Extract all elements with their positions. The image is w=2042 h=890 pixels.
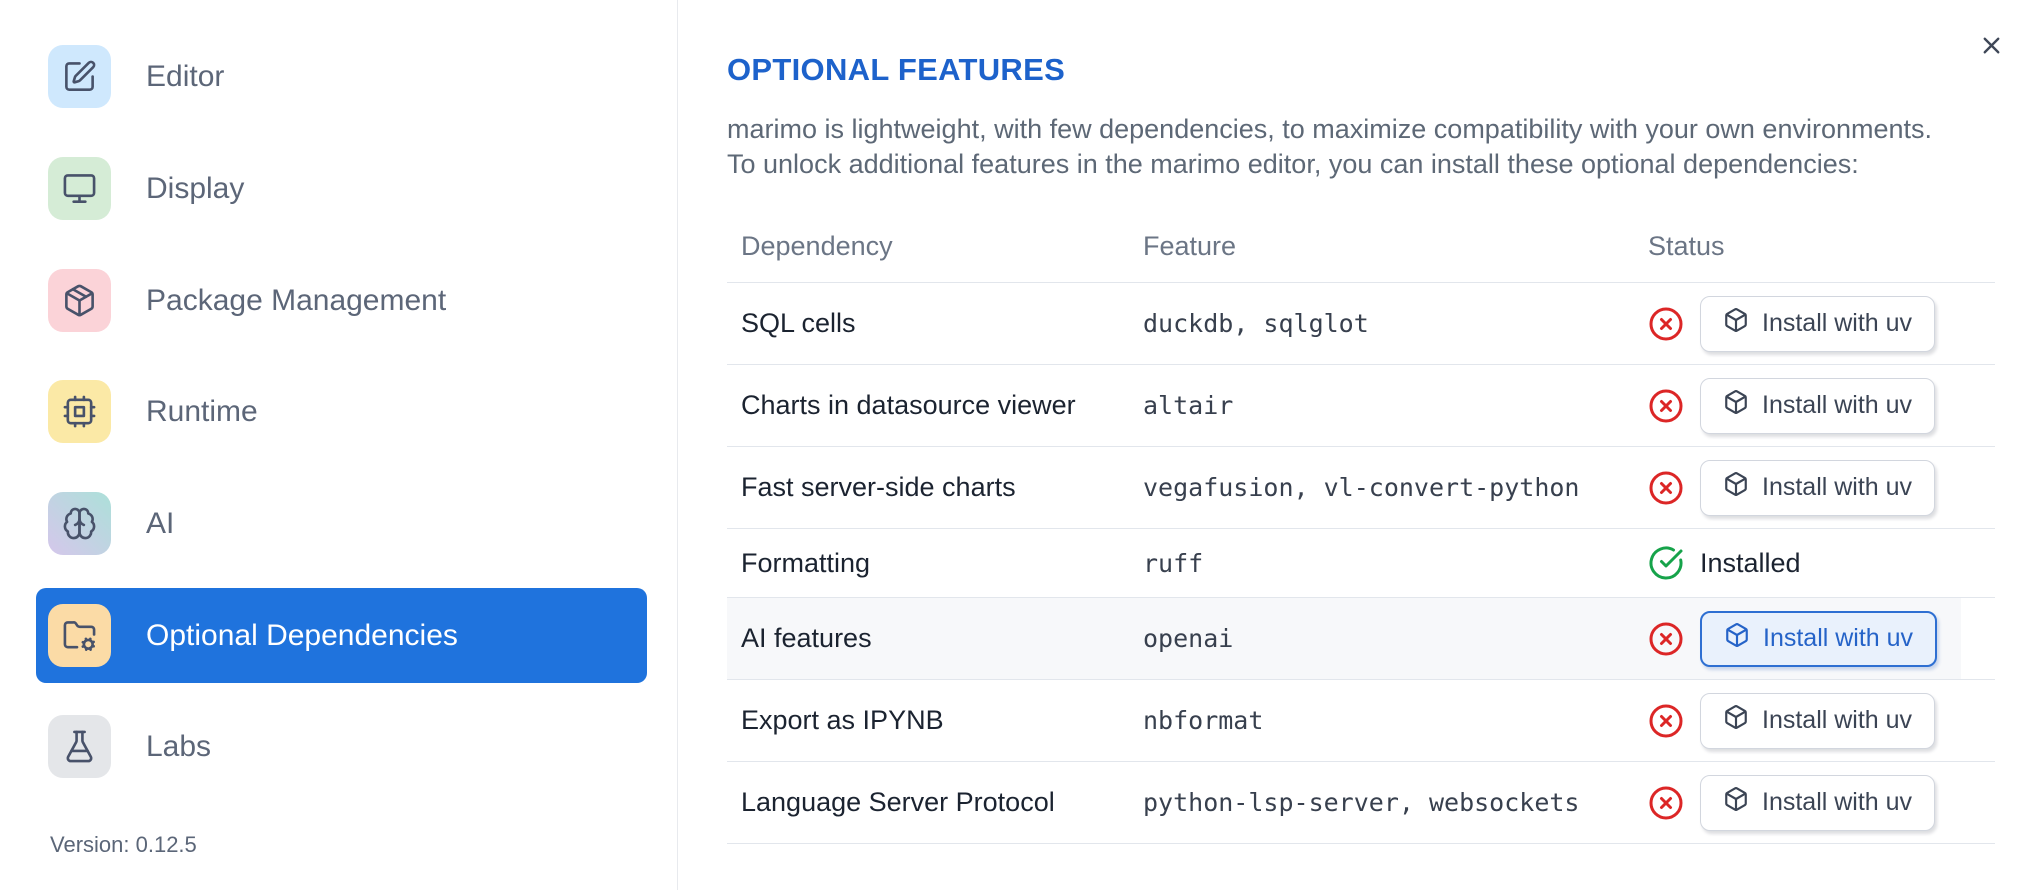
circle-x-icon xyxy=(1648,470,1684,506)
optional-features-panel: OPTIONAL FEATURES marimo is lightweight,… xyxy=(679,0,2042,890)
install-button-label: Install with uv xyxy=(1762,391,1913,419)
sidebar-item-runtime[interactable]: Runtime xyxy=(36,364,647,459)
sidebar-item-package-management[interactable]: Package Management xyxy=(36,253,647,348)
cpu-icon xyxy=(48,380,111,443)
table-row: Export as IPYNB nbformat Install with uv xyxy=(727,680,1995,762)
table-row: Formatting ruff Installed xyxy=(727,529,1995,598)
feature-cell: python-lsp-server, websockets xyxy=(1143,788,1580,817)
column-header-dependency: Dependency xyxy=(741,230,893,261)
table-row: SQL cells duckdb, sqlglot Install with u… xyxy=(727,283,1995,365)
folder-cog-icon xyxy=(48,604,111,667)
install-button-label: Install with uv xyxy=(1762,706,1913,734)
install-button-label: Install with uv xyxy=(1762,473,1913,501)
dependency-cell: SQL cells xyxy=(741,308,856,338)
sidebar-item-label: Labs xyxy=(146,729,212,763)
dependency-cell: Formatting xyxy=(741,547,871,578)
description-line: marimo is lightweight, with few dependen… xyxy=(727,114,1933,144)
install-with-uv-button[interactable]: Install with uv xyxy=(1700,377,1936,434)
feature-cell: ruff xyxy=(1143,548,1204,578)
installed-label: Installed xyxy=(1700,547,1801,578)
table-row: AI features openai Install with uv xyxy=(727,598,1995,680)
feature-cell: openai xyxy=(1143,624,1234,653)
box-icon xyxy=(1723,786,1749,819)
sidebar-item-label: Display xyxy=(146,171,245,205)
sidebar-item-label: Runtime xyxy=(146,394,258,428)
dependency-cell: Charts in datasource viewer xyxy=(741,390,1076,420)
description-line: To unlock additional features in the mar… xyxy=(727,149,1859,179)
circle-x-icon xyxy=(1648,306,1684,342)
sidebar-item-label: Optional Dependencies xyxy=(146,618,458,652)
version-label: Version: 0.12.5 xyxy=(50,832,197,857)
monitor-icon xyxy=(48,157,111,220)
table-row: Fast server-side charts vegafusion, vl-c… xyxy=(727,447,1995,529)
box-icon xyxy=(1723,471,1749,504)
install-with-uv-button[interactable]: Install with uv xyxy=(1700,459,1936,516)
box-icon xyxy=(1723,704,1749,737)
box-icon xyxy=(1723,389,1749,422)
status-cell: Install with uv xyxy=(1648,459,1995,516)
feature-cell: altair xyxy=(1143,391,1234,420)
feature-cell: nbformat xyxy=(1143,706,1264,735)
close-button[interactable] xyxy=(1972,28,2010,66)
page-title: OPTIONAL FEATURES xyxy=(727,52,1066,87)
brain-icon xyxy=(48,492,111,555)
optional-dependencies-table: Dependency Feature Status SQL cells duck… xyxy=(727,210,1995,844)
flask-icon xyxy=(48,715,111,778)
settings-sidebar: Editor Display Package Management Runtim… xyxy=(0,0,678,890)
settings-dialog: Editor Display Package Management Runtim… xyxy=(0,0,2042,890)
install-with-uv-button[interactable]: Install with uv xyxy=(1700,295,1936,352)
box-icon xyxy=(1724,622,1750,655)
sidebar-item-label: Editor xyxy=(146,59,225,93)
install-with-uv-button[interactable]: Install with uv xyxy=(1700,692,1936,749)
column-header-feature: Feature xyxy=(1143,230,1237,261)
dependency-cell: Export as IPYNB xyxy=(741,705,944,735)
feature-cell: vegafusion, vl-convert-python xyxy=(1143,473,1580,502)
table-row: Charts in datasource viewer altair Insta… xyxy=(727,365,1995,447)
status-cell: Install with uv xyxy=(1648,692,1995,749)
dependency-cell: AI features xyxy=(741,623,872,653)
box-icon xyxy=(1723,307,1749,340)
dependency-cell: Language Server Protocol xyxy=(741,787,1055,817)
table-row: Language Server Protocol python-lsp-serv… xyxy=(727,762,1995,844)
status-cell: Install with uv xyxy=(1648,377,1995,434)
circle-x-icon xyxy=(1648,785,1684,821)
status-cell: Install with uv xyxy=(1648,774,1995,831)
sidebar-item-ai[interactable]: AI xyxy=(36,476,647,571)
dependency-cell: Fast server-side charts xyxy=(741,472,1016,502)
sidebar-item-editor[interactable]: Editor xyxy=(36,29,647,124)
feature-cell: duckdb, sqlglot xyxy=(1143,309,1369,338)
column-header-status: Status xyxy=(1648,230,1725,261)
status-cell: Install with uv xyxy=(1648,295,1995,352)
table-header-row: Dependency Feature Status xyxy=(727,210,1995,283)
install-with-uv-button[interactable]: Install with uv xyxy=(1700,774,1936,831)
circle-x-icon xyxy=(1648,388,1684,424)
x-icon xyxy=(1978,32,2005,62)
circle-check-icon xyxy=(1648,545,1684,581)
install-button-label: Install with uv xyxy=(1762,309,1913,337)
panel-description: marimo is lightweight, with few dependen… xyxy=(727,112,1932,182)
sidebar-item-display[interactable]: Display xyxy=(36,141,647,236)
install-button-label: Install with uv xyxy=(1763,624,1914,652)
install-button-label: Install with uv xyxy=(1762,788,1913,816)
square-pen-icon xyxy=(48,45,111,108)
circle-x-icon xyxy=(1648,703,1684,739)
status-cell: Installed xyxy=(1648,545,1995,581)
package-icon xyxy=(48,269,111,332)
install-with-uv-button[interactable]: Install with uv xyxy=(1700,610,1938,667)
sidebar-item-optional-dependencies[interactable]: Optional Dependencies xyxy=(36,588,647,683)
circle-x-icon xyxy=(1648,621,1684,657)
sidebar-item-label: AI xyxy=(146,506,175,540)
status-cell: Install with uv xyxy=(1648,610,1995,667)
sidebar-item-labs[interactable]: Labs xyxy=(36,699,647,794)
sidebar-item-label: Package Management xyxy=(146,283,447,317)
